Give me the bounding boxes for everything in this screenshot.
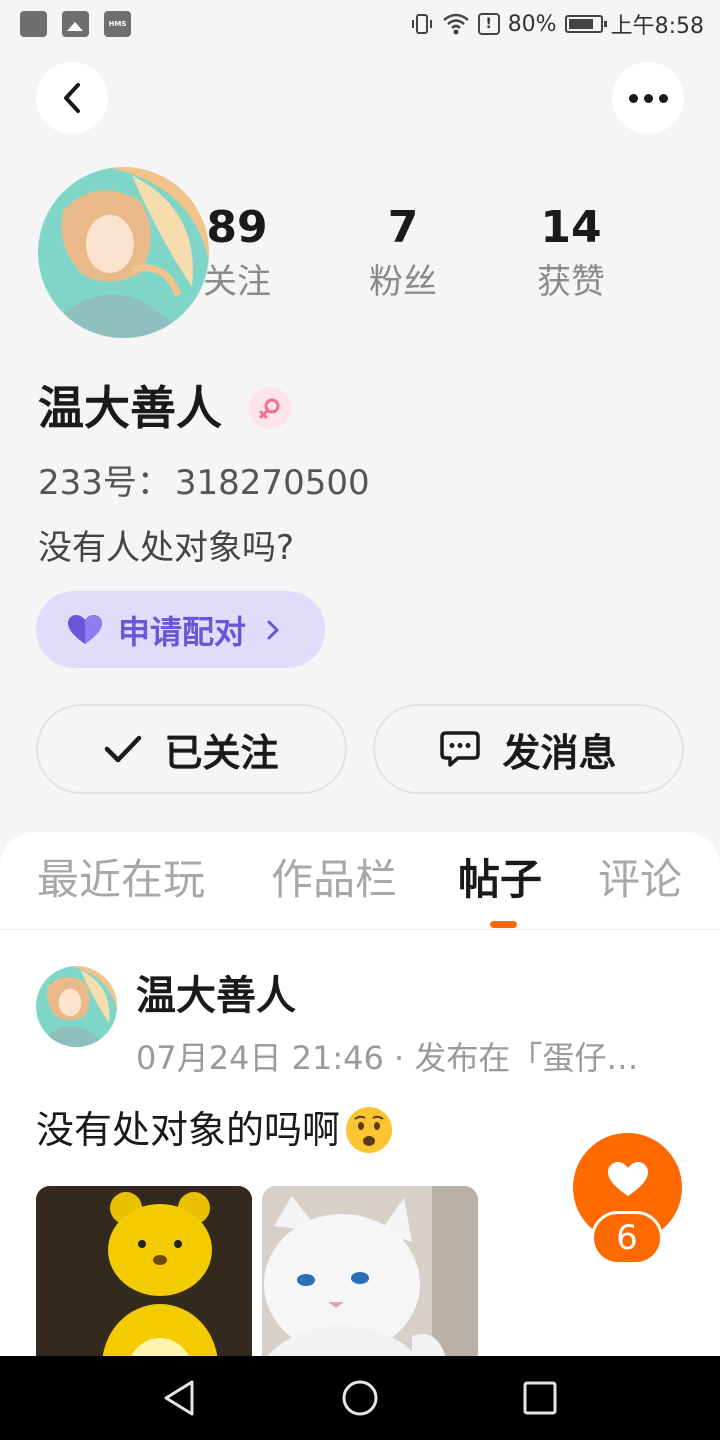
battery-icon: [564, 15, 607, 33]
wifi-icon: [442, 13, 469, 35]
apply-pair-label: 申请配对: [118, 612, 247, 651]
nav-home-icon[interactable]: [338, 1376, 382, 1420]
follow-button[interactable]: 已关注: [36, 704, 347, 794]
vibrate-icon: [411, 14, 432, 34]
avatar-image: [36, 966, 117, 1047]
like-count-badge: 6: [591, 1211, 663, 1265]
stat-following-label: 关注: [203, 262, 271, 302]
status-notifications: HMS: [20, 11, 131, 37]
stat-fans-value: 7: [387, 202, 419, 253]
username: 温大善人: [38, 381, 222, 435]
post-text-content: 没有处对象的吗啊: [36, 1108, 341, 1152]
user-id-value: 318270500: [174, 463, 370, 503]
active-tab-indicator: [490, 921, 517, 928]
stat-following-value: 89: [206, 202, 268, 253]
tab-works[interactable]: 作品栏: [271, 852, 397, 908]
female-icon: [259, 398, 280, 419]
check-icon: [105, 735, 142, 763]
user-bio: 没有人处对象吗?: [38, 528, 295, 568]
battery-percent: 80%: [507, 11, 557, 37]
stat-likes-label: 获赞: [537, 262, 605, 302]
tab-comments[interactable]: 评论: [598, 852, 682, 908]
back-button[interactable]: [36, 62, 108, 134]
chevron-right-icon: [267, 620, 279, 639]
apply-pair-button[interactable]: 申请配对: [36, 591, 325, 668]
stat-following[interactable]: 89 关注: [177, 200, 297, 308]
clock: 上午8:58: [610, 14, 704, 39]
tabs-divider: [0, 929, 720, 930]
chat-bubble-icon: [440, 731, 481, 767]
system-navigation-bar: [0, 1356, 720, 1440]
more-dots-icon: [628, 93, 668, 103]
post-author-avatar[interactable]: [36, 966, 117, 1047]
sad-face-emoji: [346, 1107, 393, 1153]
send-message-label: 发消息: [502, 730, 617, 775]
user-id: 233号： 318270500: [38, 460, 370, 506]
hms-notification-icon: HMS: [104, 11, 131, 37]
stat-likes-value: 14: [540, 202, 602, 253]
gallery-notification-icon: [62, 11, 89, 37]
heart-icon: [607, 1161, 648, 1196]
nav-back-icon[interactable]: [158, 1376, 202, 1420]
more-button[interactable]: [612, 62, 684, 134]
stat-likes[interactable]: 14 获赞: [511, 200, 631, 308]
alert-icon: !: [477, 13, 500, 35]
gender-badge: [249, 387, 291, 429]
nav-recents-icon[interactable]: [518, 1376, 562, 1420]
post-text[interactable]: 没有处对象的吗啊: [36, 1104, 394, 1156]
tab-recently-played[interactable]: 最近在玩: [37, 852, 205, 908]
chevron-left-icon: [64, 83, 80, 113]
app-notification-icon: [20, 11, 47, 37]
status-system: ! 80% 上午8:58: [410, 8, 704, 40]
follow-label: 已关注: [164, 730, 279, 775]
send-message-button[interactable]: 发消息: [373, 704, 684, 794]
user-id-label: 233号：: [38, 463, 171, 503]
stat-fans[interactable]: 7 粉丝: [343, 200, 463, 308]
status-bar: HMS ! 80% 上午8:58: [0, 0, 720, 48]
profile-page: HMS ! 80% 上午8:58 89 关注 7 粉丝 14 获赞 温大善人 2…: [0, 0, 720, 1440]
tab-posts[interactable]: 帖子: [458, 852, 542, 908]
post-author-name[interactable]: 温大善人: [136, 970, 296, 1022]
stat-fans-label: 粉丝: [369, 262, 437, 302]
post-meta: 07月24日 21:46 · 发布在「蛋仔…: [136, 1039, 639, 1077]
heart-icon: [68, 614, 102, 644]
